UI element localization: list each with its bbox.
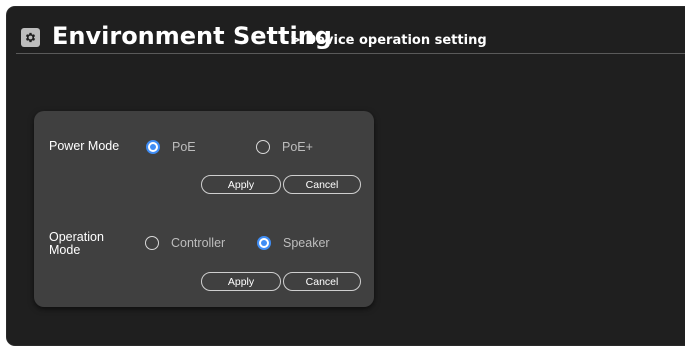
power-apply-button[interactable]: Apply — [201, 175, 281, 194]
power-mode-label: Power Mode — [49, 139, 120, 153]
gear-icon — [21, 28, 40, 47]
operation-mode-label: Operation Mode — [49, 230, 104, 257]
radio-controller-label: Controller — [171, 236, 226, 250]
radio-poe-plus[interactable] — [256, 140, 270, 154]
radio-speaker-label: Speaker — [283, 236, 330, 250]
radio-controller[interactable] — [145, 236, 159, 250]
radio-speaker[interactable] — [257, 236, 271, 250]
radio-poe[interactable] — [146, 140, 160, 154]
power-cancel-button[interactable]: Cancel — [283, 175, 361, 194]
radio-poe-plus-label: PoE+ — [282, 140, 313, 154]
operation-apply-button[interactable]: Apply — [201, 272, 281, 291]
breadcrumb: > Device operation setting — [290, 33, 487, 48]
device-operation-panel: Power Mode PoE PoE+ Apply Cancel Operati… — [34, 111, 374, 307]
operation-cancel-button[interactable]: Cancel — [283, 272, 361, 291]
radio-poe-label: PoE — [172, 140, 196, 154]
header-divider — [16, 53, 685, 54]
